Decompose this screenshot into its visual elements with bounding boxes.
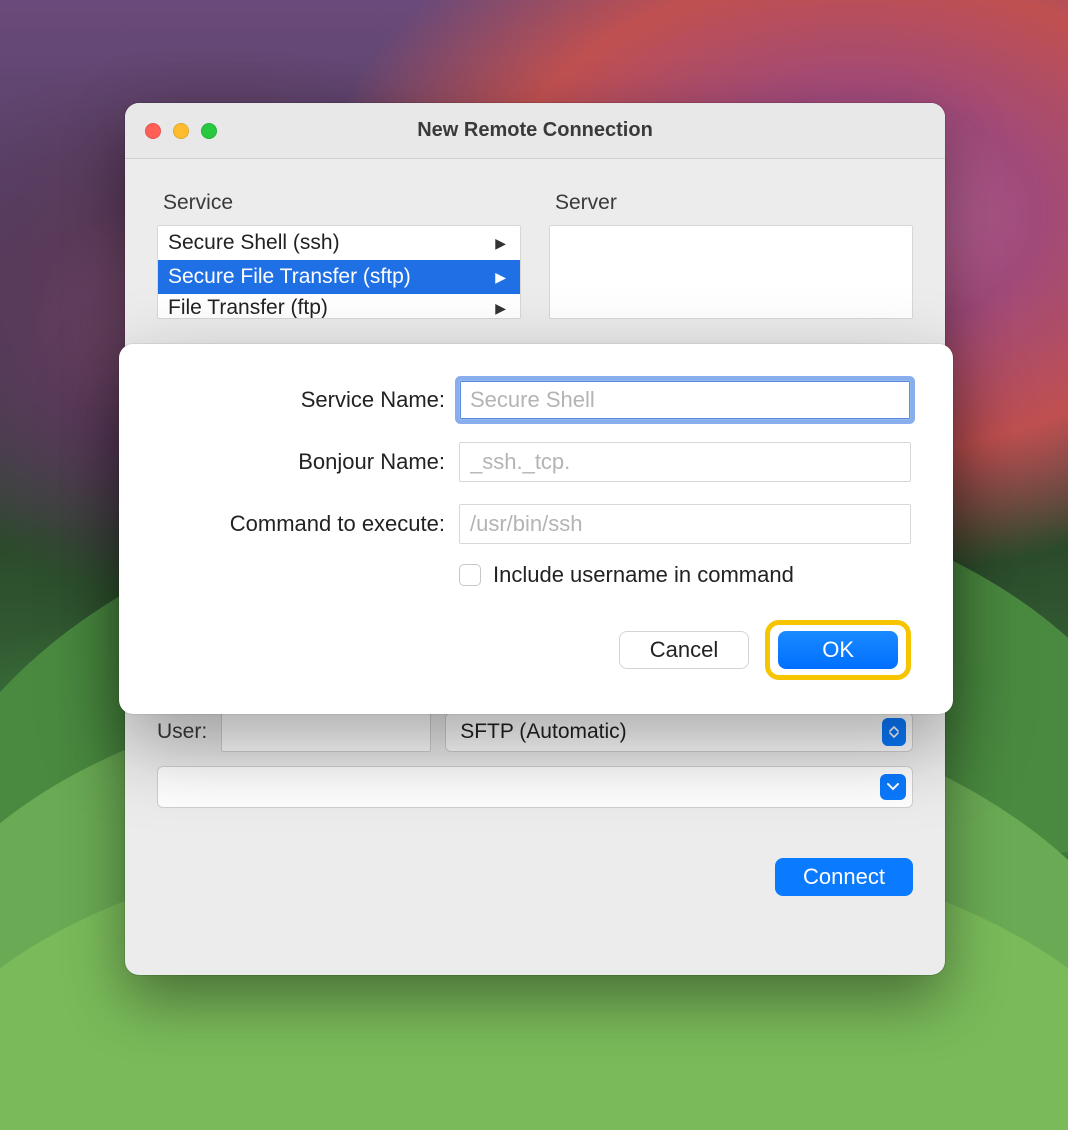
chevron-right-icon: ▶ xyxy=(495,235,506,252)
bonjour-name-field[interactable] xyxy=(459,442,911,482)
user-label: User: xyxy=(157,720,207,744)
highlight-annotation: OK xyxy=(765,620,911,680)
bonjour-name-label: Bonjour Name: xyxy=(161,449,459,475)
protocol-select[interactable]: SFTP (Automatic) xyxy=(445,712,913,752)
service-name-label: Service Name: xyxy=(161,387,459,413)
titlebar: New Remote Connection xyxy=(125,103,945,159)
chevron-right-icon: ▶ xyxy=(495,300,506,317)
traffic-lights xyxy=(145,123,217,139)
cancel-button[interactable]: Cancel xyxy=(619,631,749,669)
list-item-label: Secure File Transfer (sftp) xyxy=(168,265,411,289)
server-column-header: Server xyxy=(549,191,913,215)
list-item[interactable]: Secure File Transfer (sftp) ▶ xyxy=(158,260,520,294)
chevron-down-icon[interactable] xyxy=(880,774,906,800)
chevron-right-icon: ▶ xyxy=(495,269,506,286)
protocol-select-label: SFTP (Automatic) xyxy=(460,720,626,744)
command-combo[interactable] xyxy=(157,766,913,808)
include-username-label: Include username in command xyxy=(493,562,794,588)
user-field[interactable] xyxy=(221,712,431,752)
include-username-checkbox[interactable] xyxy=(459,564,481,586)
zoom-icon[interactable] xyxy=(201,123,217,139)
connect-button[interactable]: Connect xyxy=(775,858,913,896)
stepper-icon xyxy=(882,718,906,746)
service-sheet-dialog: Service Name: Bonjour Name: Command to e… xyxy=(119,344,953,714)
command-field[interactable] xyxy=(459,504,911,544)
service-name-field[interactable] xyxy=(459,380,911,420)
list-item-label: File Transfer (ftp) xyxy=(168,296,328,319)
ok-button[interactable]: OK xyxy=(778,631,898,669)
minimize-icon[interactable] xyxy=(173,123,189,139)
service-listbox[interactable]: Secure Shell (ssh) ▶ Secure File Transfe… xyxy=(157,225,521,319)
server-listbox[interactable] xyxy=(549,225,913,319)
list-item[interactable]: Secure Shell (ssh) ▶ xyxy=(158,226,520,260)
window-title: New Remote Connection xyxy=(125,119,945,142)
list-item[interactable]: File Transfer (ftp) ▶ xyxy=(158,294,520,319)
service-column-header: Service xyxy=(157,191,521,215)
list-item-label: Secure Shell (ssh) xyxy=(168,231,340,255)
command-label: Command to execute: xyxy=(161,511,459,537)
close-icon[interactable] xyxy=(145,123,161,139)
